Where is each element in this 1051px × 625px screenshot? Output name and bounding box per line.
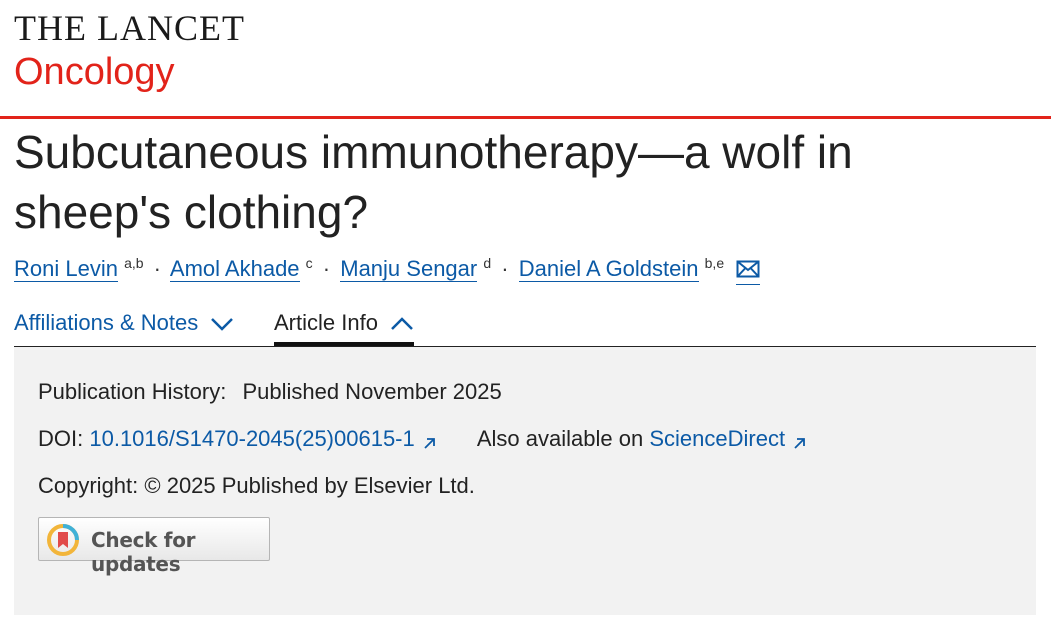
article-title: Subcutaneous immunotherapy—a wolf in she… <box>14 126 853 238</box>
author-list: Roni Levin a,b · Amol Akhade c · Manju S… <box>14 255 761 286</box>
author-affiliation-sup: d <box>483 255 492 271</box>
publication-history-value: Published November 2025 <box>242 379 502 404</box>
author-affiliation-sup: b,e <box>704 255 725 271</box>
external-link-icon <box>423 430 437 456</box>
author-link[interactable]: Manju Sengar <box>340 256 478 283</box>
check-for-updates-button[interactable]: Check for updates <box>38 517 270 576</box>
doi-link[interactable]: 10.1016/S1470-2045(25)00615-1 <box>89 426 436 451</box>
check-for-updates-label: Check for updates <box>91 528 196 576</box>
journal-logo[interactable]: THE LANCET Oncology <box>14 10 245 94</box>
doi-row: DOI: 10.1016/S1470-2045(25)00615-1 Also … <box>38 426 807 456</box>
author-affiliation-sup: c <box>305 255 313 271</box>
tab-article-info[interactable]: Article Info <box>274 306 415 346</box>
external-link-icon <box>793 430 807 456</box>
doi-label: DOI: <box>38 426 84 451</box>
also-available-label: Also available on <box>476 426 644 451</box>
author-link[interactable]: Amol Akhade <box>169 256 300 283</box>
journal-subtitle: Oncology <box>14 51 175 93</box>
mail-icon[interactable] <box>736 258 761 286</box>
journal-name: THE LANCET <box>14 8 245 48</box>
tab-article-info-label: Article Info <box>274 310 378 335</box>
author-separator: · <box>153 256 161 282</box>
article-info-panel: Publication History: Published November … <box>14 347 1036 615</box>
copyright-text: Copyright: © 2025 Published by Elsevier … <box>38 473 475 498</box>
crossmark-icon <box>47 524 79 561</box>
tab-affiliations[interactable]: Affiliations & Notes <box>14 306 234 344</box>
author-affiliation-sup: a,b <box>124 255 144 271</box>
article-tabs: Affiliations & Notes Article Info <box>14 306 1036 347</box>
author-link[interactable]: Roni Levin <box>14 256 118 283</box>
sciencedirect-link[interactable]: ScienceDirect <box>649 426 807 451</box>
publication-history: Publication History: Published November … <box>38 379 502 405</box>
publication-history-label: Publication History: <box>38 379 227 404</box>
sciencedirect-label: ScienceDirect <box>649 426 786 451</box>
author-link[interactable]: Daniel A Goldstein <box>518 256 699 283</box>
author-separator: · <box>322 256 331 282</box>
header-divider <box>0 116 1051 119</box>
author-separator: · <box>501 256 509 282</box>
tab-affiliations-label: Affiliations & Notes <box>14 310 199 335</box>
doi-value: 10.1016/S1470-2045(25)00615-1 <box>89 426 415 451</box>
chevron-down-icon <box>210 307 234 341</box>
chevron-up-icon <box>390 307 414 341</box>
